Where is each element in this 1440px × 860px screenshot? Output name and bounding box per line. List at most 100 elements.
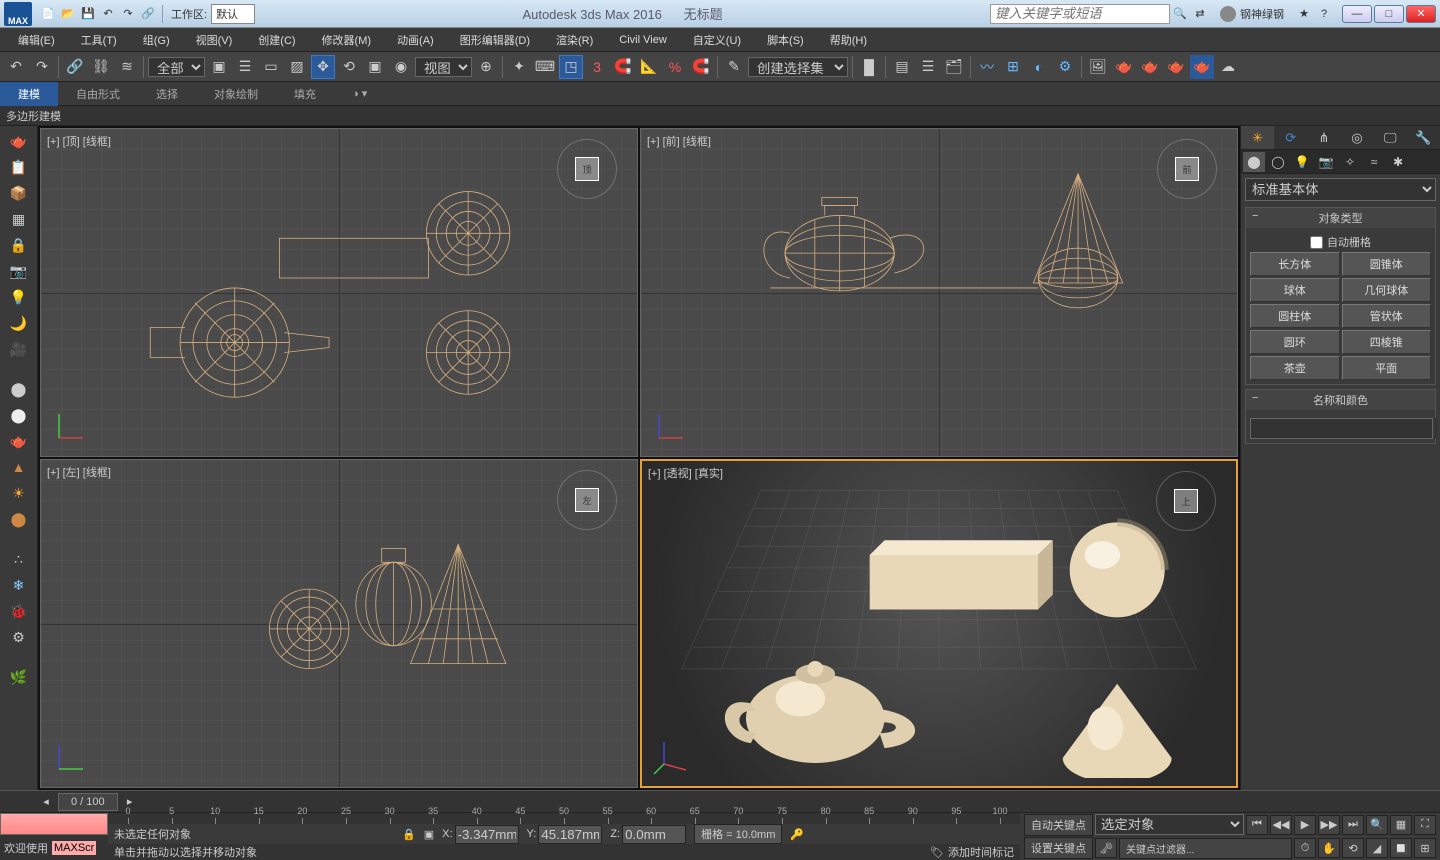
cylinder-button[interactable]: 圆柱体 [1250,304,1340,328]
move-button[interactable]: ✥ [311,55,335,79]
hierarchy-tab-icon[interactable]: ⋔ [1307,126,1340,149]
isolate-icon[interactable]: ▦ [5,208,33,230]
tab-objectpaint[interactable]: 对象绘制 [196,82,276,106]
render-frame-button[interactable]: 🖼 [1086,55,1110,79]
render-iterative-button[interactable]: 🫖 [1138,55,1162,79]
viewport-label[interactable]: [+] [顶] [线框] [47,133,111,149]
close-button[interactable]: ✕ [1406,5,1436,23]
new-icon[interactable]: 📄 [39,5,57,23]
open-icon[interactable]: 📂 [59,5,77,23]
sphere-gray-icon[interactable]: ⬤ [5,378,33,400]
minimize-button[interactable]: — [1342,5,1372,23]
autokey-button[interactable]: 自动关键点 [1024,814,1093,836]
viewcube[interactable]: 顶 [557,139,617,199]
coord-z-input[interactable] [622,825,686,844]
select-object-button[interactable]: ▣ [207,55,231,79]
video-icon[interactable]: 🎥 [5,338,33,360]
manipulate-button[interactable]: ✦ [507,55,531,79]
render-online-button[interactable]: ☁ [1216,55,1240,79]
tab-freeform[interactable]: 自由形式 [58,82,138,106]
undo-button[interactable]: ↶ [4,55,28,79]
viewport-label[interactable]: [+] [透视] [真实] [648,465,723,481]
render-prod-button[interactable]: 🫖 [1112,55,1136,79]
listener-box[interactable]: 欢迎使用 MAXScr [0,835,108,860]
search-input[interactable] [990,4,1170,24]
snowflake-icon[interactable]: ❄ [5,574,33,596]
scale-button[interactable]: ▣ [363,55,387,79]
geometry-type-dropdown[interactable]: 标准基本体 [1245,178,1436,201]
snap-toggle[interactable]: ◳ [559,55,583,79]
geometry-icon[interactable]: ⬤ [1243,152,1265,172]
teapot-green-icon[interactable]: 🫖 [5,430,33,452]
redo-icon[interactable]: ↷ [119,5,137,23]
render-activeshade-button[interactable]: 🫖 [1164,55,1188,79]
menu-grapheditors[interactable]: 图形编辑器(D) [448,29,542,51]
spinner-snap-toggle[interactable]: 📐 [637,55,661,79]
add-time-tag[interactable]: 添加时间标记 [948,844,1014,860]
viewport-front[interactable]: [+] [前] [线框] 前 [640,128,1238,457]
unlink-button[interactable]: ⛓ [89,55,113,79]
menu-maxscript[interactable]: 脚本(S) [755,29,816,51]
spacewarps-icon[interactable]: ≈ [1363,152,1385,172]
key-filters-button[interactable]: 关键点过滤器... [1119,838,1292,859]
workspace-dropdown[interactable]: 默认 [211,4,255,24]
redo-button[interactable]: ↷ [30,55,54,79]
zoom-all-button[interactable]: ▦ [1390,815,1412,835]
save-icon[interactable]: 💾 [79,5,97,23]
menu-tools[interactable]: 工具(T) [69,29,129,51]
curve-editor-button[interactable]: 〰 [975,55,999,79]
schematic-view-button[interactable]: ⊞ [1001,55,1025,79]
user-account[interactable]: 钢神绿钢 [1220,6,1284,22]
menu-modifiers[interactable]: 修改器(M) [310,29,384,51]
plane-button[interactable]: 平面 [1342,356,1432,380]
undo-icon[interactable]: ↶ [99,5,117,23]
sphere-button[interactable]: 球体 [1250,278,1340,302]
pivot-button[interactable]: ⊕ [474,55,498,79]
light-icon[interactable]: 💡 [5,286,33,308]
tube-button[interactable]: 管状体 [1342,304,1432,328]
layers-button[interactable]: ☰ [916,55,940,79]
keyboard-shortcut-button[interactable]: ⌨ [533,55,557,79]
mirror-button[interactable]: ▐▌ [857,55,881,79]
tab-populate[interactable]: 填充 [276,82,334,106]
lock-icon[interactable]: 🔒 [402,828,416,841]
container-icon[interactable]: 📦 [5,182,33,204]
selection-filter[interactable]: 全部 [148,57,205,77]
torus-button[interactable]: 圆环 [1250,330,1340,354]
create-tab-icon[interactable]: ✳ [1241,126,1274,149]
coord-y-input[interactable] [538,825,602,844]
edit-named-sel-button[interactable]: ✎ [722,55,746,79]
sphere-orange-icon[interactable]: ⬤ [5,508,33,530]
bind-button[interactable]: ≋ [115,55,139,79]
viewport-label[interactable]: [+] [前] [线框] [647,133,711,149]
prev-key-button[interactable]: ◀◀ [1270,815,1292,835]
snap-spinner-button[interactable]: 🧲 [689,55,713,79]
camera-icon[interactable]: 📷 [5,260,33,282]
ribbon-panel-label[interactable]: 多边形建模 [6,108,61,124]
menu-group[interactable]: 组(G) [131,29,182,51]
zoom-extents-button[interactable]: 🔍 [1366,815,1388,835]
teapot-preset-icon[interactable]: 🫖 [5,130,33,152]
moon-icon[interactable]: 🌙 [5,312,33,334]
orbit-button[interactable]: ⟲ [1342,838,1364,858]
timetag-icon[interactable]: 🏷 [930,846,944,859]
play-button[interactable]: ▶ [1294,815,1316,835]
notepad-icon[interactable]: 📋 [5,156,33,178]
grass-icon[interactable]: 🌿 [5,666,33,688]
display-tab-icon[interactable]: 🖵 [1374,126,1407,149]
utilities-tab-icon[interactable]: 🔧 [1407,126,1440,149]
motion-tab-icon[interactable]: ◎ [1341,126,1374,149]
cone-icon[interactable]: ▲ [5,456,33,478]
pan-button[interactable]: ✋ [1318,838,1340,858]
snap-percent-button[interactable]: % [663,55,687,79]
systems-icon[interactable]: ✱ [1387,152,1409,172]
object-color-swatch[interactable] [1435,418,1437,438]
goto-end-button[interactable]: ⏭ [1342,815,1364,835]
placement-button[interactable]: ◉ [389,55,413,79]
percent-snap-toggle[interactable]: 🧲 [611,55,635,79]
pyramid-button[interactable]: 四棱锥 [1342,330,1432,354]
frame-indicator[interactable]: 0 / 100 [58,793,118,811]
fov-button[interactable]: ◢ [1366,838,1388,858]
rollout-header[interactable]: 对象类型 [1246,208,1435,228]
align-button[interactable]: ▤ [890,55,914,79]
